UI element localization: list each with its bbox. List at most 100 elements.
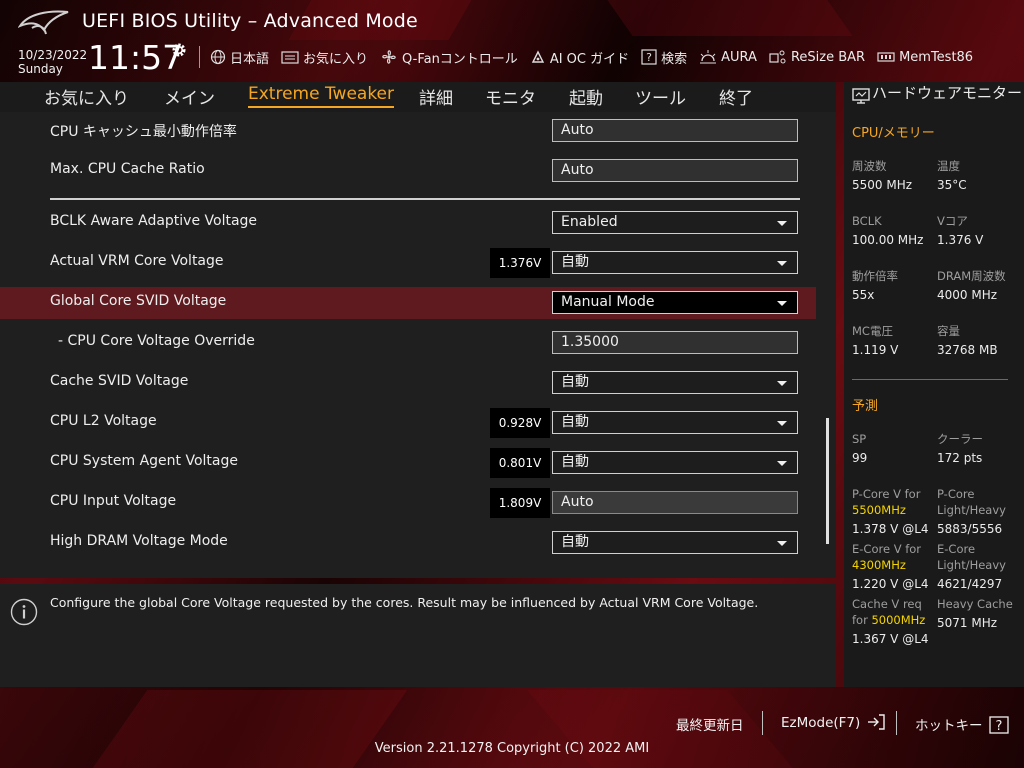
- hw-label: Light/Heavy: [937, 503, 1006, 517]
- memtest-label: MemTest86: [899, 49, 974, 65]
- setting-label: CPU Input Voltage: [50, 493, 177, 509]
- chevron-down-icon: [777, 461, 787, 466]
- setting-dropdown[interactable]: 自動: [552, 251, 798, 274]
- hw-monitor-title: ハードウェアモニター: [872, 84, 1023, 102]
- hw-label: P-Core V for: [852, 487, 921, 501]
- hw-value: 35°C: [937, 178, 967, 192]
- hardware-monitor-panel: ハードウェアモニター CPU/メモリー 周波数 温度 5500 MHz 35°C…: [844, 82, 1024, 687]
- hw-label: クーラー: [937, 432, 983, 446]
- date-display: 10/23/2022 Sunday: [18, 48, 87, 76]
- setting-row-high-dram-voltage-mode[interactable]: High DRAM Voltage Mode 自動: [0, 527, 816, 559]
- setting-row-cpu-core-voltage-override[interactable]: - CPU Core Voltage Override 1.35000: [0, 327, 816, 359]
- tab-favorites[interactable]: お気に入り: [44, 84, 129, 109]
- hw-label: BCLK: [852, 214, 882, 228]
- dropdown-value: Manual Mode: [561, 294, 655, 310]
- setting-value-input[interactable]: 1.35000: [552, 331, 798, 354]
- gear-icon[interactable]: [171, 42, 187, 58]
- hw-label: DRAM周波数: [937, 269, 1006, 283]
- tab-extreme-tweaker[interactable]: Extreme Tweaker: [248, 84, 395, 108]
- chevron-down-icon: [777, 261, 787, 266]
- setting-value-input[interactable]: Auto: [552, 119, 798, 142]
- globe-icon: [210, 49, 226, 65]
- hw-label: MC電圧: [852, 324, 893, 338]
- tab-advanced[interactable]: 詳細: [419, 84, 453, 109]
- exit-arrow-icon: [867, 714, 885, 730]
- setting-dropdown[interactable]: 自動: [552, 411, 798, 434]
- hw-value: 172 pts: [937, 451, 983, 465]
- hw-value: 1.367 V @L4: [852, 632, 929, 646]
- help-icon: ?: [641, 49, 657, 65]
- setting-row-max-cpu-cache-ratio[interactable]: Max. CPU Cache Ratio Auto: [0, 155, 816, 187]
- resize-bar-button[interactable]: ReSize BAR: [769, 49, 865, 65]
- tab-main[interactable]: メイン: [164, 84, 215, 109]
- svg-text:?: ?: [995, 719, 1002, 734]
- hotkeys-button[interactable]: ホットキー ?: [915, 714, 1009, 734]
- hw-label: Light/Heavy: [937, 558, 1006, 572]
- hw-section-prediction: 予測: [852, 399, 879, 414]
- setting-dropdown[interactable]: 自動: [552, 371, 798, 394]
- tab-tool[interactable]: ツール: [635, 84, 686, 109]
- memtest-button[interactable]: MemTest86: [877, 50, 973, 65]
- hw-label: 容量: [937, 324, 960, 338]
- setting-label: CPU System Agent Voltage: [50, 453, 238, 469]
- language-button[interactable]: 日本語: [210, 48, 269, 67]
- search-label: 検索: [661, 51, 688, 67]
- setting-row-cpu-cache-min-ratio[interactable]: CPU キャッシュ最小動作倍率 Auto: [0, 115, 816, 147]
- setting-row-cpu-input-voltage[interactable]: CPU Input Voltage 1.809V Auto: [0, 487, 816, 519]
- toolbar-divider: [199, 46, 200, 68]
- setting-label: Global Core SVID Voltage: [50, 293, 227, 309]
- chevron-down-icon: [777, 421, 787, 426]
- info-icon: [10, 598, 38, 626]
- setting-dropdown[interactable]: Enabled: [552, 211, 798, 234]
- section-divider: [50, 198, 800, 200]
- hw-value: 55x: [852, 288, 875, 302]
- help-text: Configure the global Core Voltage reques…: [50, 595, 759, 610]
- setting-dropdown[interactable]: 自動: [552, 531, 798, 554]
- last-modified-button[interactable]: 最終更新日: [676, 714, 744, 734]
- tab-exit[interactable]: 終了: [719, 84, 753, 109]
- setting-dropdown[interactable]: Manual Mode: [552, 291, 798, 314]
- help-panel: Configure the global Core Voltage reques…: [0, 584, 836, 687]
- hotkeys-label: ホットキー: [915, 718, 983, 734]
- day-text: Sunday: [18, 62, 63, 76]
- hw-label-frequency: 4300MHz: [852, 558, 906, 572]
- setting-row-global-core-svid-voltage[interactable]: Global Core SVID Voltage Manual Mode: [0, 287, 816, 319]
- favorites-button[interactable]: お気に入り: [281, 48, 368, 67]
- hw-value: 5071 MHz: [937, 616, 998, 630]
- setting-value-input[interactable]: Auto: [552, 159, 798, 182]
- dropdown-value: 自動: [561, 374, 589, 390]
- aura-button[interactable]: AURA: [699, 49, 757, 65]
- hw-value: 1.376 V: [937, 233, 984, 247]
- ai-oc-guide-button[interactable]: AI OC ガイド: [530, 48, 629, 67]
- dropdown-value: 自動: [561, 454, 589, 470]
- setting-row-cpu-system-agent-voltage[interactable]: CPU System Agent Voltage 0.801V 自動: [0, 447, 816, 479]
- hw-label-frequency: 5000MHz: [871, 613, 926, 627]
- hw-label: SP: [852, 432, 867, 446]
- toolbar: 日本語 お気に入り Q-Fanコントロール AI OC ガイド ? 検索 AUR…: [210, 46, 985, 68]
- setting-dropdown[interactable]: 自動: [552, 451, 798, 474]
- tab-boot[interactable]: 起動: [569, 84, 603, 109]
- ezmode-button[interactable]: EzMode(F7): [781, 714, 885, 731]
- hw-section-cpu-memory: CPU/メモリー: [852, 126, 935, 141]
- voltage-readout: 0.928V: [490, 408, 550, 438]
- hw-label: Cache V req: [852, 597, 922, 611]
- qfan-button[interactable]: Q-Fanコントロール: [380, 48, 518, 67]
- setting-row-bclk-aware-adaptive-voltage[interactable]: BCLK Aware Adaptive Voltage Enabled: [0, 207, 816, 239]
- search-button[interactable]: ? 検索: [641, 48, 687, 67]
- hw-value: 100.00 MHz: [852, 233, 924, 247]
- rog-logo-icon: [18, 10, 69, 35]
- setting-row-actual-vrm-core-voltage[interactable]: Actual VRM Core Voltage 1.376V 自動: [0, 247, 816, 279]
- memtest-icon: [877, 52, 895, 62]
- scrollbar[interactable]: [826, 418, 829, 544]
- tab-monitor[interactable]: モニタ: [485, 84, 536, 109]
- setting-row-cpu-l2-voltage[interactable]: CPU L2 Voltage 0.928V 自動: [0, 407, 816, 439]
- clock-display[interactable]: 11:57: [88, 38, 183, 77]
- setting-label: CPU キャッシュ最小動作倍率: [50, 124, 237, 140]
- monitor-icon: [852, 88, 870, 104]
- favorites-label: お気に入り: [303, 51, 369, 67]
- hw-label: E-Core V for: [852, 542, 922, 556]
- setting-row-cache-svid-voltage[interactable]: Cache SVID Voltage 自動: [0, 367, 816, 399]
- setting-value-readonly: Auto: [552, 491, 798, 514]
- hw-value: 1.378 V @L4: [852, 522, 929, 536]
- ai-oc-icon: [531, 50, 544, 63]
